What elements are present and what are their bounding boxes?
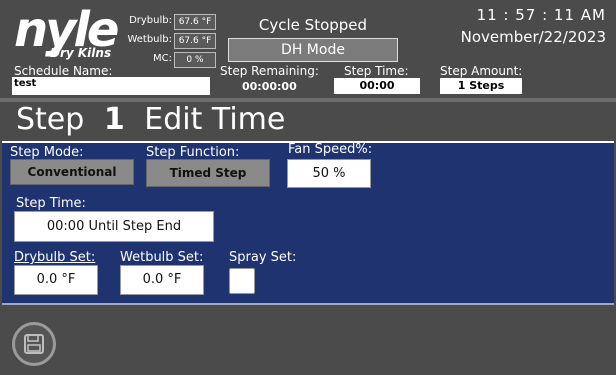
schedule-name-label: Schedule Name: [14,64,113,78]
step-function-button[interactable]: Timed Step [146,159,270,187]
page-title: Step 1 Edit Time [16,101,285,139]
drybulb-readout: 67.6 °F [174,14,216,30]
wetbulb-set-label: Wetbulb Set: [120,250,204,265]
cycle-status: Cycle Stopped [258,16,368,34]
step-amount-field[interactable]: 1 Steps [440,78,522,94]
save-button[interactable] [12,322,56,366]
clock: 11 : 57 : 11 AM [476,6,606,24]
step-mode-label: Step Mode: [10,145,84,160]
step-mode-button[interactable]: Conventional [10,159,134,185]
wetbulb-label: Wetbulb: [127,34,172,45]
header-step-time-field[interactable]: 00:00 [334,78,420,94]
step-time-label: Step Time: [16,196,86,211]
fan-speed-field[interactable]: 50 % [287,159,371,188]
wetbulb-set-field[interactable]: 0.0 °F [120,265,204,295]
wetbulb-readout: 67.6 °F [174,33,216,49]
step-remaining-value: 00:00:00 [242,80,297,93]
mc-label: MC: [153,53,172,64]
schedule-name-field[interactable]: test [12,77,210,95]
spray-set-label: Spray Set: [229,250,297,265]
step-number: 1 [103,102,125,137]
title-prefix: Step [16,102,85,137]
drybulb-set-field[interactable]: 0.0 °F [14,265,98,295]
title-suffix: Edit Time [144,102,286,137]
step-time-field[interactable]: 00:00 Until Step End [14,211,214,242]
floppy-disk-icon [24,334,44,354]
drybulb-label: Drybulb: [129,15,172,26]
spray-set-checkbox[interactable] [229,268,255,294]
logo-subtitle: Dry Kilns [50,46,112,60]
step-amount-label: Step Amount: [440,64,523,78]
drybulb-set-label: Drybulb Set: [14,250,96,265]
header-step-time-label: Step Time: [344,64,409,78]
step-remaining-label: Step Remaining: [220,64,319,78]
step-function-label: Step Function: [146,145,240,160]
mode-indicator[interactable]: DH Mode [228,38,398,62]
date: November/22/2023 [460,28,606,46]
mc-readout: 0 % [174,52,216,68]
nyle-logo: nyle Dry Kilns [14,6,119,60]
fan-speed-label: Fan Speed%: [288,142,373,157]
